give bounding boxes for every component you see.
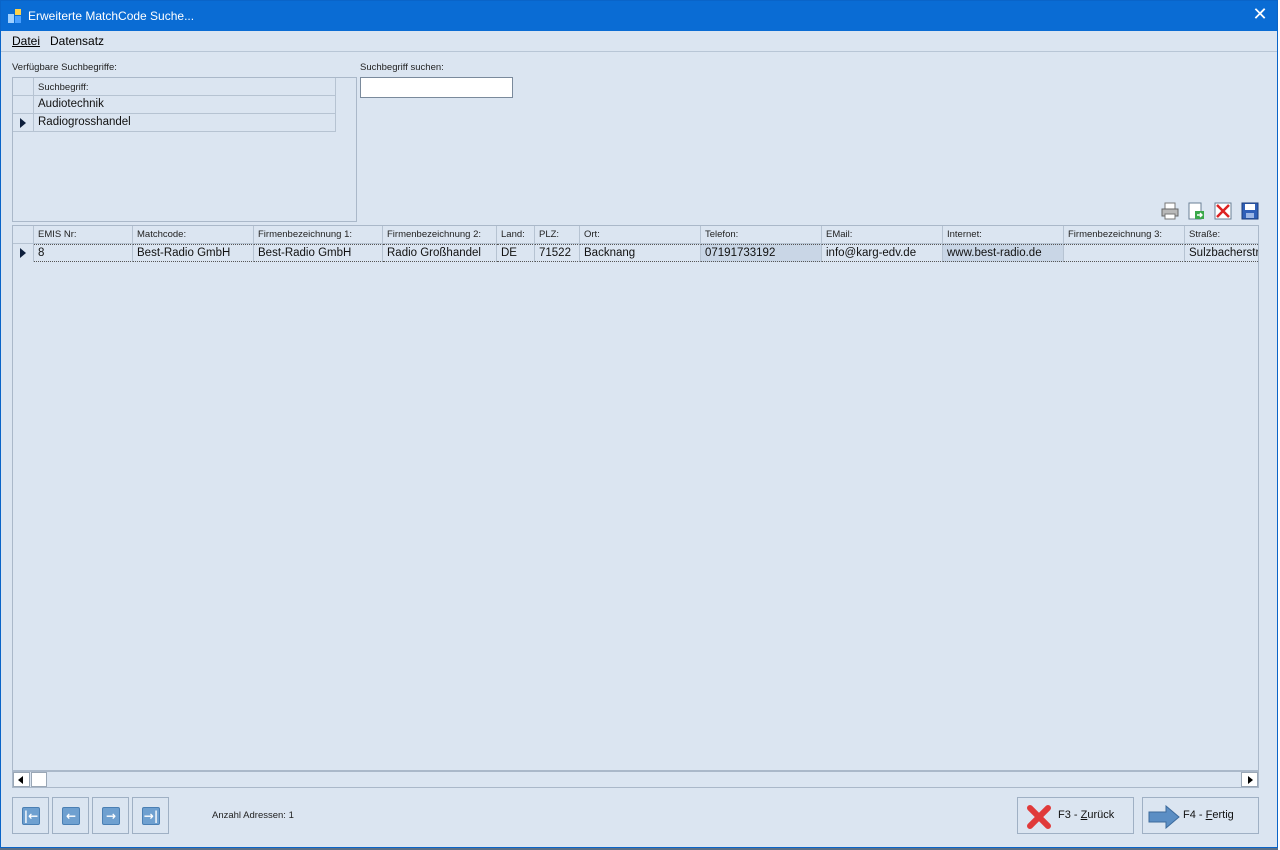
back-button[interactable]: F3 - Zurück: [1017, 797, 1134, 834]
search-input[interactable]: [360, 77, 513, 98]
current-row-arrow-icon: [20, 248, 26, 258]
done-button[interactable]: F4 - Fertig: [1142, 797, 1259, 834]
menu-bar: Datei Datensatz: [1, 31, 1277, 52]
column-header[interactable]: Firmenbezeichnung 2:: [383, 226, 497, 244]
chevron-left-icon: [18, 776, 23, 784]
title-bar: Erweiterte MatchCode Suche... ✕: [1, 1, 1277, 31]
terms-header-selector: [13, 78, 34, 96]
column-header[interactable]: Firmenbezeichnung 3:: [1064, 226, 1185, 244]
terms-cell: Audiotechnik: [38, 98, 104, 110]
column-header[interactable]: Ort:: [580, 226, 701, 244]
window-title: Erweiterte MatchCode Suche...: [28, 9, 195, 23]
back-prefix: F3 -: [1058, 809, 1081, 821]
scroll-left-button[interactable]: [13, 772, 30, 787]
table-cell[interactable]: Best-Radio GmbH: [254, 244, 383, 262]
table-cell[interactable]: [1064, 244, 1185, 262]
table-cell[interactable]: info@karg-edv.de: [822, 244, 943, 262]
table-cell[interactable]: Best-Radio GmbH: [133, 244, 254, 262]
column-header[interactable]: Straße:: [1185, 226, 1258, 244]
menu-datei[interactable]: Datei: [12, 34, 40, 48]
export-icon[interactable]: [1186, 201, 1206, 221]
row-selector[interactable]: [13, 96, 34, 114]
app-icon: [8, 9, 21, 23]
done-button-label: F4 - Fertig: [1183, 809, 1234, 821]
last-record-icon: →|: [142, 807, 160, 825]
first-record-button[interactable]: |←: [12, 797, 49, 834]
table-cell[interactable]: DE: [497, 244, 535, 262]
grid-header-selector: [13, 226, 34, 244]
arrow-right-icon: [1148, 805, 1180, 829]
column-header[interactable]: Matchcode:: [133, 226, 254, 244]
done-rest: ertig: [1212, 809, 1234, 821]
back-button-label: F3 - Zurück: [1058, 809, 1114, 821]
column-header[interactable]: Telefon:: [701, 226, 822, 244]
table-cell[interactable]: Sulzbacherstr: [1185, 244, 1258, 262]
terms-header-row: Suchbegriff:: [13, 78, 336, 96]
previous-record-icon: ←: [62, 807, 80, 825]
first-record-icon: |←: [22, 807, 40, 825]
scroll-right-button[interactable]: [1241, 772, 1258, 787]
matchcode-search-window: Erweiterte MatchCode Suche... ✕ Datei Da…: [0, 0, 1278, 848]
close-icon[interactable]: ✕: [1251, 6, 1269, 24]
table-row[interactable]: 8 Best-Radio GmbH Best-Radio GmbH Radio …: [13, 244, 1258, 262]
terms-row[interactable]: Audiotechnik: [13, 96, 336, 114]
table-cell[interactable]: 8: [34, 244, 133, 262]
grid-header-row: EMIS Nr: Matchcode: Firmenbezeichnung 1:…: [13, 226, 1258, 244]
previous-record-button[interactable]: ←: [52, 797, 89, 834]
cancel-x-icon: [1027, 805, 1051, 829]
chevron-right-icon: [1248, 776, 1253, 784]
column-header[interactable]: PLZ:: [535, 226, 580, 244]
table-cell[interactable]: 07191733192: [701, 244, 822, 262]
next-record-button[interactable]: →: [92, 797, 129, 834]
menu-datensatz[interactable]: Datensatz: [50, 34, 104, 48]
delete-icon[interactable]: [1213, 201, 1233, 221]
terms-header: Suchbegriff:: [38, 82, 89, 93]
save-icon[interactable]: [1240, 201, 1260, 221]
address-grid: EMIS Nr: Matchcode: Firmenbezeichnung 1:…: [12, 225, 1259, 771]
scrollbar-thumb[interactable]: [31, 772, 47, 787]
table-cell[interactable]: Radio Großhandel: [383, 244, 497, 262]
column-header[interactable]: Land:: [497, 226, 535, 244]
address-count: Anzahl Adressen: 1: [212, 810, 294, 821]
table-cell[interactable]: www.best-radio.de: [943, 244, 1064, 262]
printer-icon[interactable]: [1160, 201, 1180, 221]
current-row-arrow-icon: [20, 118, 26, 128]
terms-grid-box: Suchbegriff: Audiotechnik Radiogrosshand…: [12, 77, 357, 222]
column-header[interactable]: Firmenbezeichnung 1:: [254, 226, 383, 244]
column-header[interactable]: EMIS Nr:: [34, 226, 133, 244]
table-cell[interactable]: Backnang: [580, 244, 701, 262]
done-prefix: F4 -: [1183, 809, 1206, 821]
terms-label: Verfügbare Suchbegriffe:: [12, 62, 117, 73]
menu-datei-label: Datei: [12, 34, 41, 48]
last-record-button[interactable]: →|: [132, 797, 169, 834]
column-header[interactable]: EMail:: [822, 226, 943, 244]
column-header[interactable]: Internet:: [943, 226, 1064, 244]
back-rest: urück: [1087, 809, 1115, 821]
next-record-icon: →: [102, 807, 120, 825]
row-selector[interactable]: [13, 114, 34, 132]
row-selector[interactable]: [13, 244, 34, 262]
terms-cell: Radiogrosshandel: [38, 116, 131, 128]
horizontal-scrollbar[interactable]: [12, 771, 1259, 788]
search-label: Suchbegriff suchen:: [360, 62, 444, 73]
terms-row-selected[interactable]: Radiogrosshandel: [13, 114, 336, 132]
terms-grid: Suchbegriff: Audiotechnik Radiogrosshand…: [13, 78, 336, 132]
table-cell[interactable]: 71522: [535, 244, 580, 262]
